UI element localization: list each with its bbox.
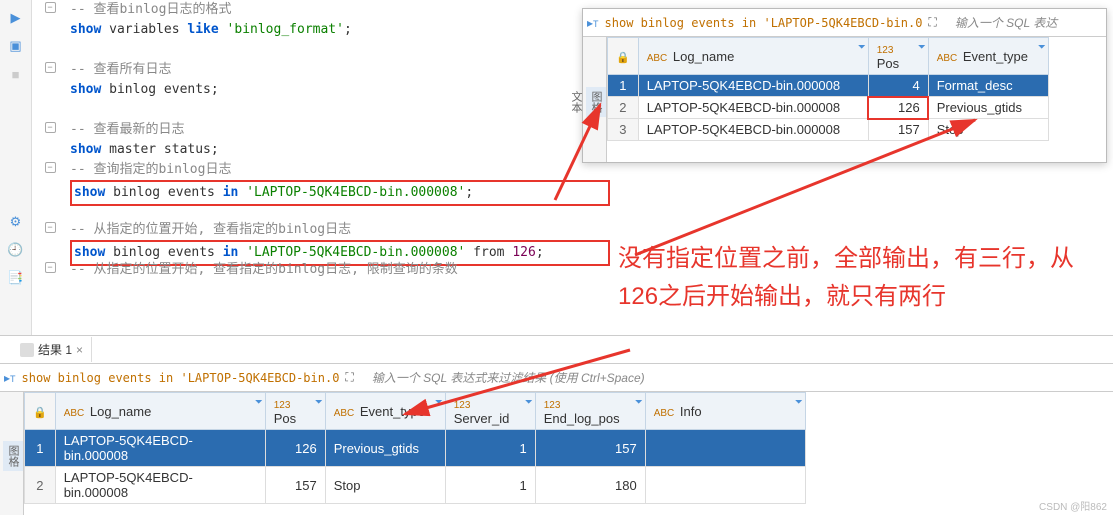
popup-side-grid[interactable]: 图格 — [586, 87, 606, 117]
bottom-tabs: 结果 1 × — [0, 336, 1113, 364]
code-line[interactable]: -- 从指定的位置开始, 查看指定的binlog日志 — [70, 220, 351, 240]
code-line[interactable]: show variables like 'binlog_format'; — [70, 20, 352, 40]
popup-results-panel: ▸T show binlog events in 'LAPTOP-5QK4EBC… — [582, 8, 1107, 163]
fold-icon[interactable]: − — [40, 260, 60, 274]
maximize-icon[interactable]: ⛶ — [928, 15, 936, 30]
table-row[interactable]: 2LAPTOP-5QK4EBCD-bin.000008157Stop1180 — [25, 467, 806, 504]
editor-gutter: − − − − − − — [32, 0, 68, 335]
maximize-icon[interactable]: ⛶ — [345, 370, 353, 385]
table-icon — [20, 343, 34, 357]
bottom-sql-text: show binlog events in 'LAPTOP-5QK4EBCD-b… — [22, 371, 340, 385]
bottom-filter-input[interactable]: 输入一个 SQL 表达式来过滤结果 (使用 Ctrl+Space) — [366, 369, 1113, 386]
bottom-result-grid[interactable]: 🔒ABC Log_name⏷123 Pos⏷ABC Event_type⏷123… — [24, 392, 1113, 515]
watermark: CSDN @阳862 — [1039, 498, 1107, 513]
code-line[interactable]: -- 查看所有日志 — [70, 60, 171, 80]
stop-icon[interactable]: ■ — [6, 64, 26, 84]
column-header[interactable]: ABC Log_name⏷ — [55, 393, 265, 430]
code-line[interactable]: -- 从指定的位置开始, 查看指定的binlog日志, 限制查询的条数 — [70, 260, 458, 280]
code-line[interactable]: show binlog events; — [70, 80, 219, 100]
column-header[interactable]: 123 Pos⏷ — [868, 38, 928, 75]
column-header[interactable]: ABC Log_name⏷ — [638, 38, 868, 75]
fold-icon[interactable]: − — [40, 0, 60, 14]
column-header[interactable]: ABC Event_type⏷ — [325, 393, 445, 430]
run-icon[interactable]: ▶ — [6, 8, 26, 28]
code-line[interactable]: -- 查询指定的binlog日志 — [70, 160, 231, 180]
column-header[interactable]: 123 Pos⏷ — [265, 393, 325, 430]
bottom-side-tabs: 图格 文本 — [0, 392, 24, 515]
bottom-side-grid[interactable]: 图格 — [3, 441, 23, 471]
results-tab[interactable]: 结果 1 × — [12, 337, 92, 362]
tab-label: 结果 1 — [38, 341, 72, 358]
table-row[interactable]: 2LAPTOP-5QK4EBCD-bin.000008126Previous_g… — [608, 97, 1049, 119]
code-line[interactable]: show master status; — [70, 140, 219, 160]
column-header[interactable]: ABC Info⏷ — [645, 393, 805, 430]
popup-side-text[interactable]: 文本 — [566, 87, 586, 117]
column-header[interactable]: ABC Event_type⏷ — [928, 38, 1048, 75]
popup-filter-input[interactable]: 输入一个 SQL 表达 — [949, 14, 1106, 31]
table-row[interactable]: 1LAPTOP-5QK4EBCD-bin.0000084Format_desc — [608, 75, 1049, 97]
row-header-lock: 🔒 — [25, 393, 56, 430]
bottom-sql-bar: ▸T show binlog events in 'LAPTOP-5QK4EBC… — [0, 364, 1113, 392]
play-icon[interactable]: ▸T — [4, 371, 16, 385]
bottom-side-text[interactable]: 文本 — [0, 441, 3, 471]
code-line[interactable]: show binlog events in 'LAPTOP-5QK4EBCD-b… — [70, 180, 610, 206]
history-icon[interactable]: 🕘 — [6, 240, 26, 260]
bottom-results-panel: 结果 1 × ▸T show binlog events in 'LAPTOP-… — [0, 335, 1113, 515]
popup-sql-bar: ▸T show binlog events in 'LAPTOP-5QK4EBC… — [583, 9, 1106, 37]
fold-icon[interactable]: − — [40, 120, 60, 134]
table-row[interactable]: 3LAPTOP-5QK4EBCD-bin.000008157Stop — [608, 119, 1049, 141]
run-script-icon[interactable]: ▣ — [6, 36, 26, 56]
bookmark-icon[interactable]: 📑 — [6, 268, 26, 288]
popup-side-tabs: 图格 文本 — [583, 37, 607, 162]
gear-icon[interactable]: ⚙ — [6, 212, 26, 232]
popup-result-grid[interactable]: 🔒ABC Log_name⏷123 Pos⏷ABC Event_type⏷1LA… — [607, 37, 1106, 162]
fold-icon[interactable]: − — [40, 220, 60, 234]
table-row[interactable]: 1LAPTOP-5QK4EBCD-bin.000008126Previous_g… — [25, 430, 806, 467]
code-line[interactable]: -- 查看binlog日志的格式 — [70, 0, 231, 20]
row-header-lock: 🔒 — [608, 38, 639, 75]
annotation-text: 没有指定位置之前，全部输出，有三行，从126之后开始输出，就只有两行 — [618, 240, 1088, 317]
fold-icon[interactable]: − — [40, 60, 60, 74]
code-line[interactable]: -- 查看最新的日志 — [70, 120, 184, 140]
fold-icon[interactable]: − — [40, 160, 60, 174]
close-icon[interactable]: × — [76, 343, 83, 357]
column-header[interactable]: 123 End_log_pos⏷ — [535, 393, 645, 430]
column-header[interactable]: 123 Server_id⏷ — [445, 393, 535, 430]
play-icon[interactable]: ▸T — [587, 16, 599, 30]
popup-sql-text: show binlog events in 'LAPTOP-5QK4EBCD-b… — [605, 16, 923, 30]
